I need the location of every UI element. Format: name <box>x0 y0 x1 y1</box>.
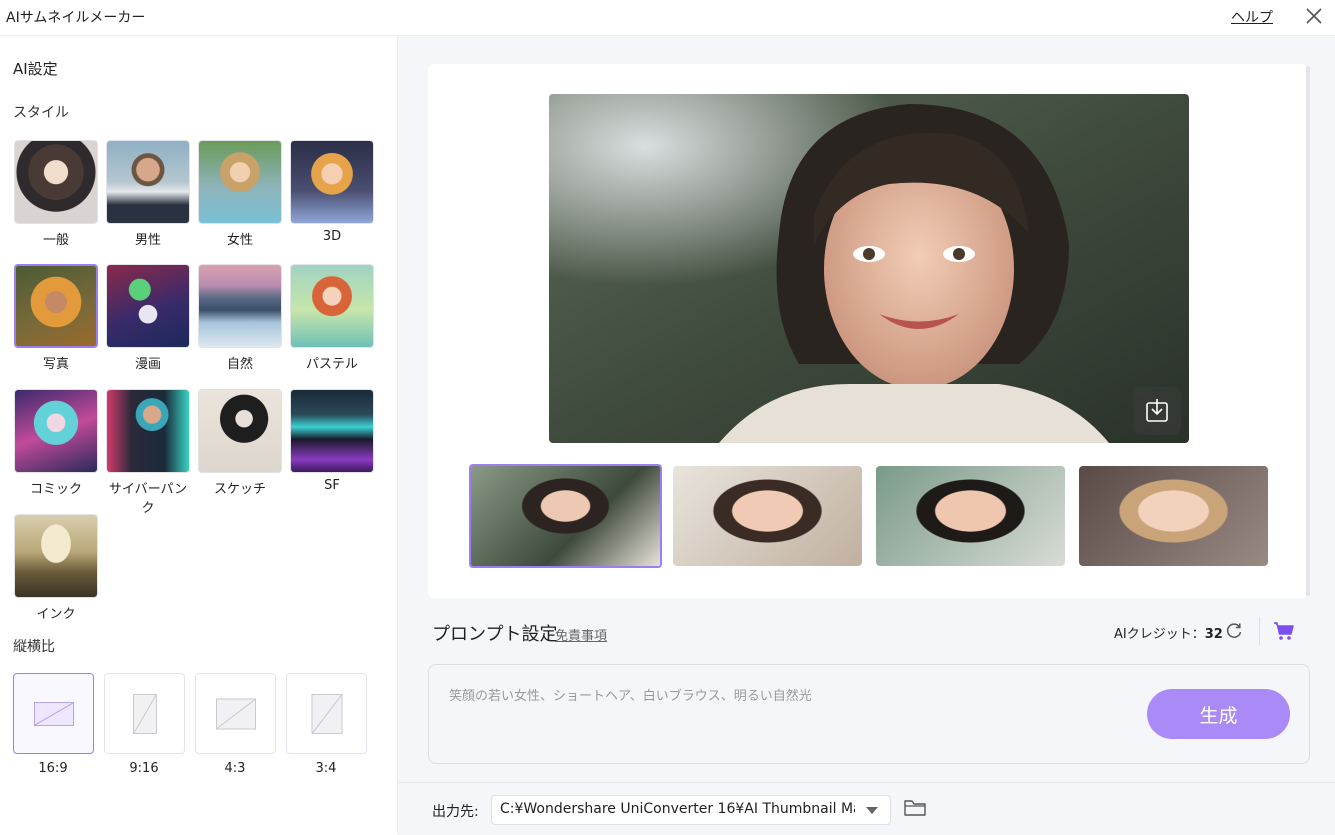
style-label: 3D <box>322 229 342 244</box>
aspect-16-9[interactable]: 16:9 <box>13 673 94 776</box>
settings-sidebar: AI設定 スタイル 一般 男性 女性 3D 写真 漫画 自然 パステル コミック… <box>0 36 398 834</box>
aspect-ratio-box <box>195 673 276 754</box>
style-label: サイバーパンク <box>108 482 188 516</box>
close-icon[interactable] <box>1303 5 1325 27</box>
style-manga[interactable]: 漫画 <box>105 264 191 372</box>
aspect-shape-icon <box>311 693 342 734</box>
style-thumbnail <box>198 140 282 224</box>
aspect-label: 4:3 <box>224 761 246 776</box>
result-thumbnail-3[interactable] <box>876 466 1065 566</box>
style-label: 自然 <box>226 357 253 372</box>
style-sf[interactable]: SF <box>289 389 375 493</box>
output-path-text: C:¥Wondershare UniConverter 16¥AI Thumbn… <box>500 801 855 817</box>
aspect-9-16[interactable]: 9:16 <box>104 673 185 776</box>
generate-button[interactable]: 生成 <box>1147 689 1290 739</box>
cart-icon[interactable] <box>1273 621 1295 641</box>
ai-credit: AIクレジット：32 <box>1114 623 1223 642</box>
style-female[interactable]: 女性 <box>197 140 283 248</box>
style-label: コミック <box>29 482 82 497</box>
result-thumbnail-1[interactable] <box>469 464 662 568</box>
aspect-ratio-box <box>104 673 185 754</box>
style-general[interactable]: 一般 <box>13 140 99 248</box>
aspect-ratio-box <box>13 673 94 754</box>
aspect-label: 16:9 <box>38 761 68 776</box>
style-sketch[interactable]: スケッチ <box>197 389 283 497</box>
result-thumbnail-4[interactable] <box>1079 466 1268 566</box>
portrait-image <box>549 94 1189 443</box>
style-label: SF <box>324 478 340 493</box>
style-label: 漫画 <box>134 357 161 372</box>
preview-card <box>428 64 1308 598</box>
ai-credit-value: 32 <box>1204 627 1223 642</box>
output-footer: 出力先: C:¥Wondershare UniConverter 16¥AI T… <box>398 782 1335 835</box>
aspect-4-3[interactable]: 4:3 <box>195 673 276 776</box>
ai-settings-title: AI設定 <box>13 60 58 78</box>
style-label: インク <box>36 607 76 622</box>
style-cyberpunk[interactable]: サイバーパンク <box>105 389 191 516</box>
aspect-shape-icon <box>33 701 74 726</box>
title-bar: AIサムネイルメーカー ヘルプ <box>0 0 1335 36</box>
download-button[interactable] <box>1133 387 1181 435</box>
help-link[interactable]: ヘルプ <box>1231 7 1273 27</box>
style-thumbnail <box>14 264 98 348</box>
style-thumbnail <box>198 389 282 473</box>
style-label: 男性 <box>134 233 161 248</box>
prompt-input[interactable] <box>447 685 1131 707</box>
style-pastel[interactable]: パステル <box>289 264 375 372</box>
style-male[interactable]: 男性 <box>105 140 191 248</box>
app-title: AIサムネイルメーカー <box>6 10 146 26</box>
preview-scrollbar[interactable] <box>1306 66 1310 596</box>
aspect-label: 9:16 <box>129 761 159 776</box>
style-thumbnail <box>14 140 98 224</box>
preview-image <box>549 94 1189 443</box>
main-panel: プロンプト設定 免責事項 AIクレジット：32 生成 出力先: C:¥Wonde… <box>398 36 1335 835</box>
disclaimer-link[interactable]: 免責事項 <box>555 625 607 644</box>
output-label: 出力先: <box>432 804 479 820</box>
style-thumbnail <box>290 389 374 473</box>
aspect-ratio-label: 縦横比 <box>13 639 55 655</box>
style-photo[interactable]: 写真 <box>13 264 99 372</box>
style-thumbnail <box>106 140 190 224</box>
aspect-3-4[interactable]: 3:4 <box>286 673 367 776</box>
aspect-shape-icon <box>215 698 256 729</box>
prompt-settings-title: プロンプト設定 <box>432 624 558 645</box>
style-thumbnail <box>14 514 98 598</box>
style-nature[interactable]: 自然 <box>197 264 283 372</box>
ai-credit-label: AIクレジット： <box>1114 627 1205 642</box>
style-thumbnail <box>290 140 374 224</box>
download-icon <box>1146 399 1168 422</box>
style-thumbnail <box>106 264 190 348</box>
refresh-icon[interactable] <box>1224 621 1244 641</box>
style-label: パステル <box>305 357 358 372</box>
style-label: 写真 <box>42 357 69 372</box>
style-label: スケッチ <box>213 482 266 497</box>
aspect-shape-icon <box>132 693 157 734</box>
output-path-select[interactable]: C:¥Wondershare UniConverter 16¥AI Thumbn… <box>491 795 891 825</box>
style-thumbnail <box>290 264 374 348</box>
result-thumbnail-2[interactable] <box>673 466 862 566</box>
style-label: 一般 <box>42 233 69 248</box>
style-section-label: スタイル <box>13 105 69 121</box>
style-thumbnail <box>14 389 98 473</box>
folder-icon[interactable] <box>904 799 926 817</box>
style-label: 女性 <box>226 233 253 248</box>
aspect-label: 3:4 <box>315 761 337 776</box>
style-comic[interactable]: コミック <box>13 389 99 497</box>
divider <box>1259 617 1260 645</box>
aspect-ratio-box <box>286 673 367 754</box>
style-thumbnail <box>198 264 282 348</box>
style-ink[interactable]: インク <box>13 514 99 622</box>
prompt-box: 生成 <box>428 664 1310 764</box>
style-thumbnail <box>106 389 190 473</box>
chevron-down-icon <box>866 807 878 814</box>
style-3d[interactable]: 3D <box>289 140 375 244</box>
